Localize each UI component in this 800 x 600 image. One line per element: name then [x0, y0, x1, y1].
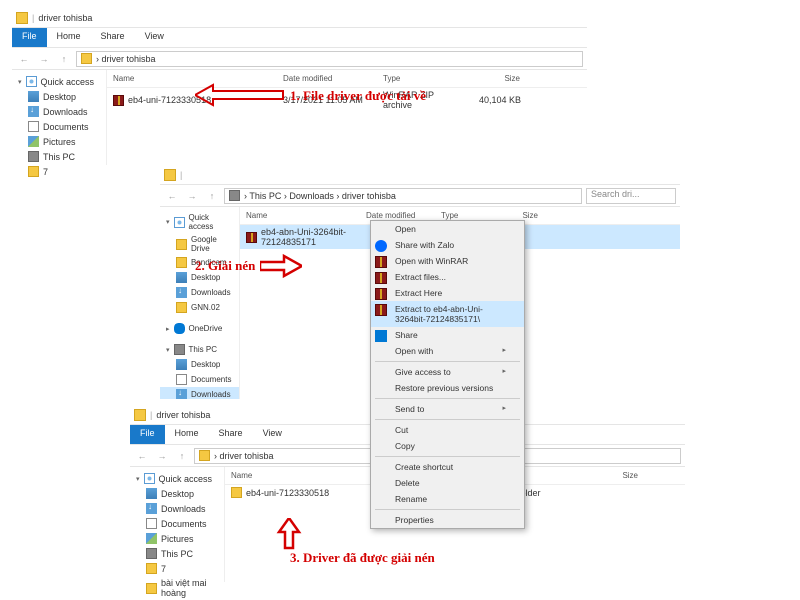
up-button[interactable]: ↑ — [204, 188, 220, 204]
zip-icon — [246, 232, 257, 243]
sidebar-item-thispc[interactable]: This PC — [12, 149, 106, 164]
zip-icon — [113, 95, 124, 106]
titlebar: | driver tohisba — [12, 8, 587, 28]
file-list: Name Date modified Type Size eb4-uni-712… — [107, 70, 587, 165]
sidebar-item[interactable]: Documents — [160, 372, 239, 387]
folder-icon — [164, 169, 176, 181]
file-row[interactable]: eb4-uni-7123330518 3/17/2021 11:05 AM Wi… — [107, 88, 587, 112]
folder-icon — [81, 53, 92, 64]
forward-button[interactable]: → — [154, 448, 170, 464]
menu-cut[interactable]: Cut — [371, 422, 524, 438]
menu-open[interactable]: Open — [371, 221, 524, 237]
quick-access-header[interactable]: ▾Quick access — [160, 211, 239, 233]
sidebar-item-documents[interactable]: Documents — [130, 516, 224, 531]
menu-share[interactable]: Share — [371, 327, 524, 343]
pc-icon — [229, 190, 240, 201]
folder-icon — [199, 450, 210, 461]
sidebar: ▾Quick access Desktop Downloads Document… — [12, 70, 107, 165]
sidebar-item[interactable]: Desktop — [160, 270, 239, 285]
tab-share[interactable]: Share — [209, 425, 253, 444]
back-button[interactable]: ← — [16, 51, 32, 67]
sidebar: ▾Quick access Google Drive Bandicam Desk… — [160, 207, 240, 399]
menu-copy[interactable]: Copy — [371, 438, 524, 454]
sidebar-item-downloads[interactable]: Downloads — [12, 104, 106, 119]
col-date[interactable]: Date modified — [277, 72, 377, 85]
breadcrumb[interactable]: › This PC › Downloads › driver tohisba — [244, 191, 396, 201]
col-size[interactable]: Size — [467, 72, 527, 85]
menu-restore[interactable]: Restore previous versions — [371, 380, 524, 396]
menu-rename[interactable]: Rename — [371, 491, 524, 507]
col-type[interactable]: Type — [377, 72, 467, 85]
menu-properties[interactable]: Properties — [371, 512, 524, 528]
sidebar-item[interactable]: Downloads — [160, 285, 239, 300]
folder-icon — [134, 409, 146, 421]
onedrive-header[interactable]: ▸OneDrive — [160, 321, 239, 336]
col-name[interactable]: Name — [107, 72, 277, 85]
col-name[interactable]: Name — [240, 209, 360, 222]
menu-share-zalo[interactable]: Share with Zalo — [371, 237, 524, 253]
tab-home[interactable]: Home — [47, 28, 91, 47]
sidebar-item[interactable]: GNN.02 — [160, 300, 239, 315]
address-bar: ← → ↑ › This PC › Downloads › driver toh… — [160, 185, 680, 207]
title-text: driver tohisba — [38, 13, 92, 23]
menu-extract-files[interactable]: Extract files... — [371, 269, 524, 285]
back-button[interactable]: ← — [164, 188, 180, 204]
folder-icon — [231, 487, 242, 498]
menu-extract-here[interactable]: Extract Here — [371, 285, 524, 301]
sidebar-item[interactable]: Google Drive — [160, 233, 239, 255]
thispc-header[interactable]: ▾This PC — [160, 342, 239, 357]
titlebar: | — [160, 165, 680, 185]
menu-extract-to[interactable]: Extract to eb4-abn-Uni-3264bit-721248351… — [371, 301, 524, 327]
menu-shortcut[interactable]: Create shortcut — [371, 459, 524, 475]
sidebar-item[interactable]: Bandicam — [160, 255, 239, 270]
tab-file[interactable]: File — [130, 425, 165, 444]
explorer-window-1: | driver tohisba File Home Share View ← … — [12, 8, 587, 163]
forward-button[interactable]: → — [36, 51, 52, 67]
sidebar-item-downloads[interactable]: Downloads — [160, 387, 239, 399]
explorer-window-2: | ← → ↑ › This PC › Downloads › driver t… — [160, 165, 680, 400]
sidebar-item[interactable]: Desktop — [160, 357, 239, 372]
tab-view[interactable]: View — [253, 425, 292, 444]
back-button[interactable]: ← — [134, 448, 150, 464]
ribbon: File Home Share View — [12, 28, 587, 48]
menu-give-access[interactable]: Give access to▸ — [371, 364, 524, 380]
sidebar-item-desktop[interactable]: Desktop — [12, 89, 106, 104]
menu-delete[interactable]: Delete — [371, 475, 524, 491]
sidebar-item-7[interactable]: 7 — [130, 561, 224, 576]
forward-button[interactable]: → — [184, 188, 200, 204]
folder-icon — [16, 12, 28, 24]
breadcrumb[interactable]: › driver tohisba — [214, 451, 274, 461]
quick-access-header[interactable]: ▾Quick access — [130, 471, 224, 486]
menu-send-to[interactable]: Send to▸ — [371, 401, 524, 417]
menu-open-winrar[interactable]: Open with WinRAR — [371, 253, 524, 269]
sidebar-item-desktop[interactable]: Desktop — [130, 486, 224, 501]
col-size[interactable]: Size — [585, 469, 645, 482]
column-headers: Name Date modified Type Size — [107, 70, 587, 88]
sidebar-item-thispc[interactable]: This PC — [130, 546, 224, 561]
tab-home[interactable]: Home — [165, 425, 209, 444]
up-button[interactable]: ↑ — [56, 51, 72, 67]
sidebar-item-documents[interactable]: Documents — [12, 119, 106, 134]
menu-open-with[interactable]: Open with▸ — [371, 343, 524, 359]
sidebar-item-pictures[interactable]: Pictures — [130, 531, 224, 546]
breadcrumb[interactable]: › driver tohisba — [96, 54, 156, 64]
sidebar-item-downloads[interactable]: Downloads — [130, 501, 224, 516]
sidebar-item-7[interactable]: 7 — [12, 164, 106, 179]
sidebar-item-pictures[interactable]: Pictures — [12, 134, 106, 149]
title-text: driver tohisba — [156, 410, 210, 420]
sidebar: ▾Quick access Desktop Downloads Document… — [130, 467, 225, 582]
search-input[interactable]: Search dri... — [586, 188, 676, 204]
address-bar: ← → ↑ › driver tohisba — [12, 48, 587, 70]
quick-access-header[interactable]: ▾Quick access — [12, 74, 106, 89]
tab-file[interactable]: File — [12, 28, 47, 47]
tab-view[interactable]: View — [135, 28, 174, 47]
separator: | — [32, 13, 34, 23]
context-menu: Open Share with Zalo Open with WinRAR Ex… — [370, 220, 525, 529]
tab-share[interactable]: Share — [91, 28, 135, 47]
sidebar-item-bai-viet[interactable]: bài việt mai hoàng — [130, 576, 224, 600]
address-box[interactable]: › This PC › Downloads › driver tohisba — [224, 188, 582, 204]
address-box[interactable]: › driver tohisba — [76, 51, 583, 67]
up-button[interactable]: ↑ — [174, 448, 190, 464]
